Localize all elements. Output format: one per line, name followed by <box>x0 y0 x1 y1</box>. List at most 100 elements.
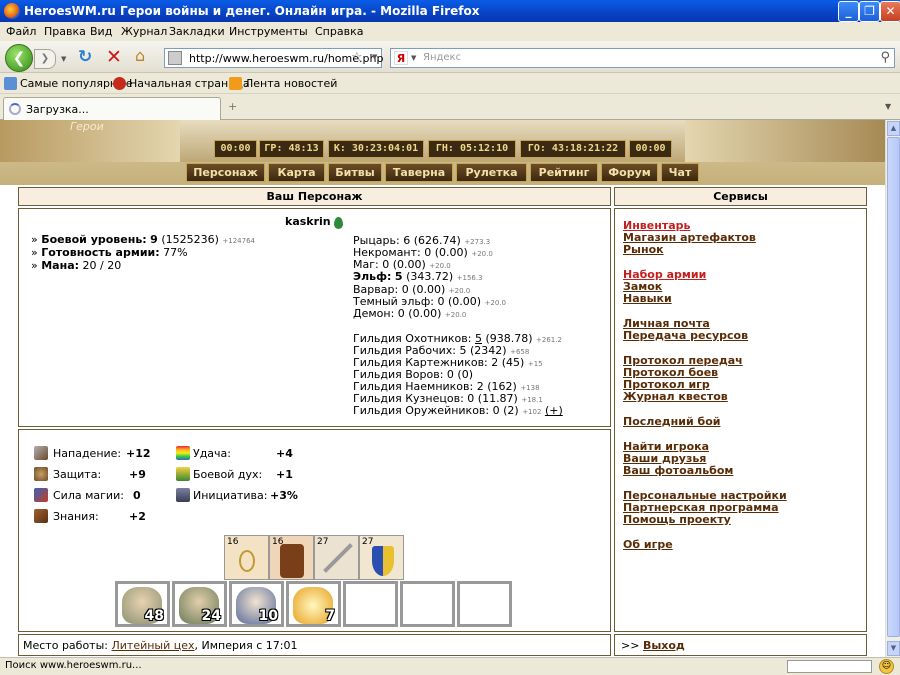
logout-prefix: >> <box>621 639 640 652</box>
service-photo-album[interactable]: Ваш фотоальбом <box>623 464 733 477</box>
bookmark-news-feed[interactable]: Лента новостей <box>245 77 337 90</box>
tab-list-dropdown-icon[interactable]: ▼ <box>885 102 891 111</box>
luck-label: Удача: <box>193 447 231 460</box>
nav-character[interactable]: Персонаж <box>186 163 265 182</box>
army-slot-empty[interactable] <box>400 581 455 627</box>
tab-bar: Загрузка... + ▼ <box>0 94 900 120</box>
artifact-slot-amulet[interactable]: 16 <box>224 535 269 580</box>
service-skills[interactable]: Навыки <box>623 292 672 305</box>
magic-power-icon <box>34 488 48 502</box>
nav-chat[interactable]: Чат <box>661 163 699 182</box>
artifact-slot-shield[interactable]: 27 <box>359 535 404 580</box>
service-help-project[interactable]: Помощь проекту <box>623 513 731 526</box>
menu-file[interactable]: Файл <box>6 25 36 38</box>
menu-bar: Файл Правка Вид Журнал Закладки Инструме… <box>0 22 900 41</box>
logout-row: >> Выход <box>621 639 685 652</box>
army-slot-empty[interactable] <box>343 581 398 627</box>
window-titlebar: HeroesWM.ru Герои войны и денег. Онлайн … <box>0 0 900 22</box>
logout-panel: >> Выход <box>614 634 867 656</box>
timer-gr: ГР: 48:13 <box>259 140 324 158</box>
service-last-battle[interactable]: Последний бой <box>623 415 720 428</box>
yandex-icon[interactable]: Я <box>394 51 408 65</box>
artifact-slot-armor[interactable]: 16 <box>269 535 314 580</box>
scrollbar-thumb[interactable] <box>887 137 900 637</box>
service-about-game[interactable]: Об игре <box>623 538 673 551</box>
shield-icon <box>372 546 394 576</box>
new-tab-button[interactable]: + <box>228 100 237 113</box>
magic-power-label: Сила магии: <box>53 489 124 502</box>
home-icon[interactable]: ⌂ <box>135 46 145 65</box>
morale-value: +1 <box>276 468 293 481</box>
workplace-label: Место работы: <box>23 639 108 652</box>
knowledge-value: +2 <box>129 510 146 523</box>
firefox-icon <box>4 3 20 19</box>
timer-right: 00:00 <box>629 140 672 158</box>
army-slot[interactable]: 10 <box>229 581 284 627</box>
service-quest-log[interactable]: Журнал квестов <box>623 390 728 403</box>
menu-view[interactable]: Вид <box>90 25 112 38</box>
timer-gn: ГН: 05:12:10 <box>428 140 516 158</box>
smiley-icon[interactable]: ☺ <box>879 659 894 674</box>
sword-icon <box>323 543 353 573</box>
timer-k: К: 30:23:04:01 <box>328 140 424 158</box>
nav-map[interactable]: Карта <box>268 163 325 182</box>
army-ready-value: 77% <box>163 246 188 259</box>
army-count: 10 <box>258 608 278 624</box>
menu-tools[interactable]: Инструменты <box>229 25 308 38</box>
army-ready-row: » Готовность армии: 77% <box>31 246 188 259</box>
combat-level-label: Боевой уровень: <box>41 233 147 246</box>
artifact-level: 16 <box>227 537 239 547</box>
close-window-button[interactable]: ✕ <box>880 1 900 22</box>
army-slot-empty[interactable] <box>457 581 512 627</box>
combat-level-value: 9 <box>150 233 158 246</box>
forward-button[interactable]: ❯ <box>34 49 56 69</box>
menu-help[interactable]: Справка <box>315 25 363 38</box>
luck-icon <box>176 446 190 460</box>
workplace-row: Место работы: Литейный цех, Империя с 17… <box>23 639 298 652</box>
menu-bookmarks[interactable]: Закладки <box>169 25 225 38</box>
logout-link[interactable]: Выход <box>643 639 685 652</box>
army-slot[interactable]: 24 <box>172 581 227 627</box>
vertical-scrollbar[interactable]: ▲ ▼ <box>885 120 900 657</box>
faction-row-active: Эльф: 5 (343.72) +156.3 <box>353 270 483 283</box>
nav-battles[interactable]: Битвы <box>328 163 382 182</box>
maximize-button[interactable]: ❐ <box>859 1 880 22</box>
search-engine-dropdown-icon[interactable]: ▼ <box>411 54 416 62</box>
nav-tavern[interactable]: Таверна <box>385 163 453 182</box>
stop-icon[interactable]: ✕ <box>106 46 122 68</box>
menu-history[interactable]: Журнал <box>121 25 167 38</box>
army-count: 7 <box>325 608 335 624</box>
bookmark-star-icon[interactable]: ☆ <box>351 50 363 65</box>
nav-rating[interactable]: Рейтинг <box>530 163 598 182</box>
luck-value: +4 <box>276 447 293 460</box>
character-name[interactable]: kaskrin <box>285 215 331 228</box>
back-button[interactable]: ❮ <box>5 44 33 72</box>
gunsmith-guild-add-link[interactable]: (+) <box>545 404 563 417</box>
scroll-down-icon[interactable]: ▼ <box>887 641 900 656</box>
tab-label: Загрузка... <box>26 103 89 116</box>
mana-row: » Мана: 20 / 20 <box>31 259 122 272</box>
workplace-link[interactable]: Литейный цех <box>111 639 194 652</box>
workplace-suffix: , Империя с 17:01 <box>194 639 298 652</box>
tab-loading[interactable]: Загрузка... <box>3 97 221 120</box>
url-dropdown-icon[interactable]: ▼ <box>372 53 377 61</box>
nav-roulette[interactable]: Рулетка <box>456 163 527 182</box>
reload-icon[interactable]: ↻ <box>78 47 92 67</box>
minimize-button[interactable]: _ <box>838 1 859 22</box>
url-bar[interactable]: http://www.heroeswm.ru/home.php ☆ ▼ <box>164 48 383 68</box>
scroll-up-icon[interactable]: ▲ <box>887 121 900 136</box>
search-bar[interactable]: Я ▼ Яндекс ⚲ <box>390 48 895 68</box>
army-slot[interactable]: 7 <box>286 581 341 627</box>
search-icon[interactable]: ⚲ <box>880 50 890 65</box>
army-slot[interactable]: 48 <box>115 581 170 627</box>
service-transfer-resources[interactable]: Передача ресурсов <box>623 329 748 342</box>
status-text: Поиск www.heroeswm.ru... <box>5 660 142 671</box>
search-input[interactable]: Яндекс <box>423 52 461 63</box>
faction-row: Демон: 0 (0.00) +20.0 <box>353 307 467 320</box>
nav-forum[interactable]: Форум <box>601 163 658 182</box>
artifact-slot-weapon[interactable]: 27 <box>314 535 359 580</box>
menu-edit[interactable]: Правка <box>44 25 86 38</box>
history-dropdown-icon[interactable]: ▼ <box>61 55 66 63</box>
service-market[interactable]: Рынок <box>623 243 664 256</box>
attack-label: Нападение: <box>53 447 122 460</box>
